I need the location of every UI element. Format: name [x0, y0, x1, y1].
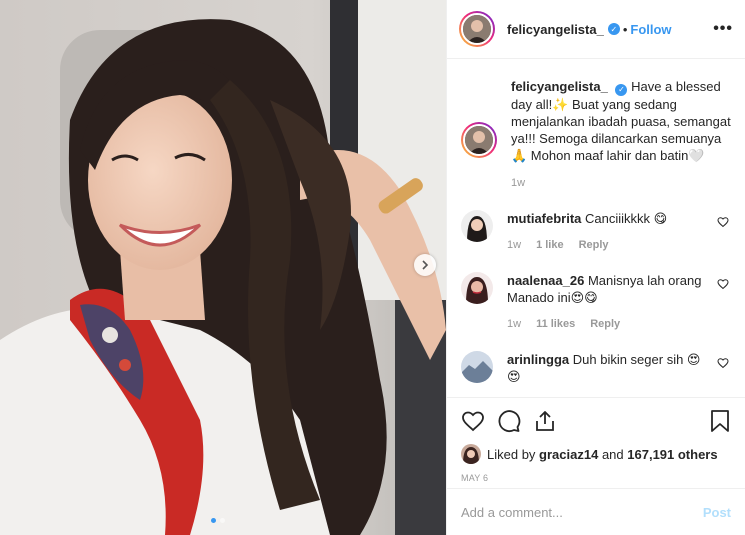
- separator-dot: •: [622, 21, 628, 37]
- carousel-dot-active: [211, 518, 216, 523]
- commenter-avatar[interactable]: [461, 350, 493, 383]
- heart-icon: [462, 411, 484, 432]
- heart-icon[interactable]: [717, 216, 729, 228]
- post-media[interactable]: [0, 0, 446, 535]
- likes-and: and: [601, 446, 624, 462]
- avatar-image: [461, 271, 493, 304]
- avatar-image: [461, 444, 481, 464]
- comment-username[interactable]: arinlingga: [507, 352, 569, 367]
- post-header: felicyangelista_ ✓ • Follow •••: [447, 0, 745, 59]
- comment-age[interactable]: 1w: [507, 316, 521, 333]
- avatar-image: [463, 15, 491, 43]
- like-button[interactable]: [461, 409, 485, 433]
- likes-summary: Liked by graciaz14 and 167,191 others: [461, 444, 731, 464]
- comment-item: arinlingga Duh bikin seger sih 😍😍: [461, 350, 731, 385]
- share-button[interactable]: [533, 409, 557, 433]
- likes-prefix: Liked by: [487, 446, 536, 462]
- comment-item: mutiafebrita Canciiikkkk 😋 1w 1 like Rep…: [461, 209, 731, 254]
- post-actions: Liked by graciaz14 and 167,191 others MA…: [447, 397, 745, 483]
- avatar-image: [465, 126, 493, 154]
- comment-username[interactable]: mutiafebrita: [507, 211, 581, 226]
- comment-age[interactable]: 1w: [507, 237, 521, 254]
- liker-username[interactable]: graciaz14: [539, 447, 598, 462]
- comment-likes[interactable]: 1 like: [536, 237, 564, 254]
- post-panel: felicyangelista_ ✓ • Follow ••• felicyan…: [446, 0, 745, 535]
- post-button[interactable]: Post: [703, 505, 731, 520]
- comment-icon: [498, 410, 521, 433]
- carousel-dot: [220, 518, 225, 523]
- comment-likes[interactable]: 11 likes: [536, 316, 575, 333]
- add-comment-bar: Add a comment... Post: [447, 488, 745, 535]
- author-username[interactable]: felicyangelista_: [507, 22, 604, 37]
- verified-icon: ✓: [607, 23, 620, 35]
- caption: felicyangelista_ ✓ Have a blessed day al…: [461, 60, 731, 192]
- caption-age[interactable]: 1w: [511, 175, 731, 192]
- comment-text: Canciiikkkk 😋: [585, 210, 668, 226]
- heart-icon[interactable]: [717, 278, 729, 290]
- comment-input[interactable]: Add a comment...: [461, 505, 703, 520]
- verified-icon: ✓: [615, 83, 628, 96]
- commenter-avatar[interactable]: [461, 271, 493, 304]
- bookmark-icon: [711, 410, 729, 432]
- save-button[interactable]: [709, 409, 731, 433]
- selfie-photo: [0, 0, 446, 535]
- caption-avatar[interactable]: [461, 122, 497, 158]
- carousel-indicator: [211, 518, 225, 523]
- liker-avatar[interactable]: [461, 444, 481, 464]
- likes-count[interactable]: 167,191 others: [627, 447, 717, 462]
- more-icon[interactable]: •••: [713, 20, 733, 38]
- commenter-avatar[interactable]: [461, 209, 493, 242]
- heart-icon[interactable]: [717, 357, 729, 369]
- caption-username[interactable]: felicyangelista_: [511, 79, 608, 94]
- avatar-image: [461, 209, 493, 242]
- post-date[interactable]: MAY 6: [461, 473, 731, 483]
- reply-button[interactable]: Reply: [590, 316, 620, 333]
- follow-button[interactable]: Follow: [630, 22, 671, 37]
- comment-item: naalenaa_26 Manisnya lah orang Manado in…: [461, 271, 731, 333]
- author-avatar[interactable]: [459, 11, 495, 47]
- comments-list[interactable]: felicyangelista_ ✓ Have a blessed day al…: [447, 60, 745, 397]
- next-slide-button[interactable]: [414, 254, 436, 276]
- avatar-image: [461, 350, 493, 383]
- reply-button[interactable]: Reply: [579, 237, 609, 254]
- share-icon: [536, 411, 554, 431]
- chevron-right-icon: [422, 260, 429, 270]
- comment-username[interactable]: naalenaa_26: [507, 273, 584, 288]
- comment-button[interactable]: [497, 409, 521, 433]
